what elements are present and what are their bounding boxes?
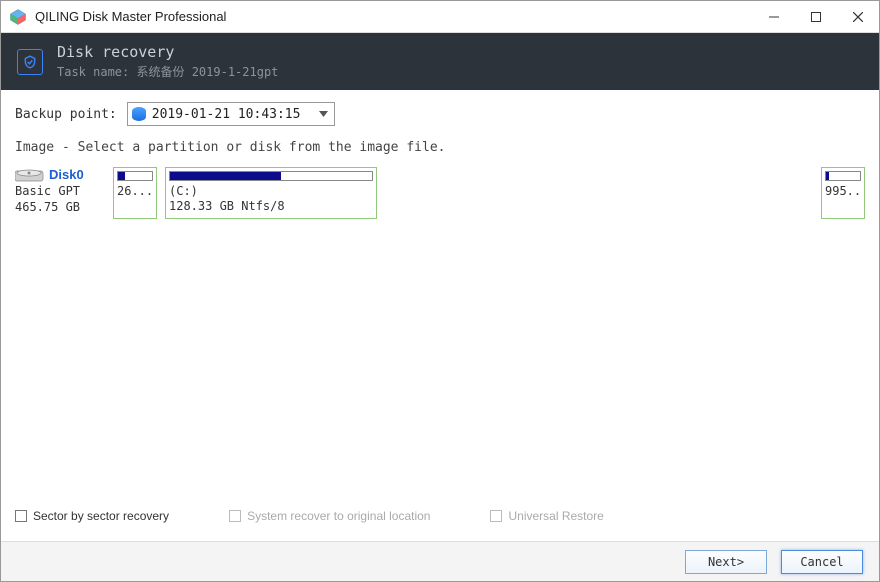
minimize-button[interactable] (753, 3, 795, 31)
partition-3[interactable]: 995... (821, 167, 865, 219)
partition-label: 26... (117, 184, 153, 199)
universal-restore-checkbox: Universal Restore (490, 509, 603, 523)
partition-drive-letter: (C:) (169, 184, 373, 199)
partition-usage-bar (169, 171, 373, 181)
checkbox-icon (229, 510, 241, 522)
footer: Next> Cancel (1, 541, 879, 581)
disk-name: Disk0 (49, 167, 84, 182)
content-area: Backup point: 2019-01-21 10:43:15 Image … (1, 90, 879, 541)
instruction-text: Image - Select a partition or disk from … (15, 140, 865, 155)
page-subtitle: Task name: 系统备份 2019-1-21gpt (57, 63, 278, 80)
recovery-icon (17, 49, 43, 75)
partition-1[interactable]: 26... (113, 167, 157, 219)
partition-label: 128.33 GB Ntfs/8 (169, 199, 373, 214)
partition-2[interactable]: (C:) 128.33 GB Ntfs/8 (165, 167, 377, 219)
next-button[interactable]: Next> (685, 550, 767, 574)
partition-usage-bar (825, 171, 861, 181)
options-row: Sector by sector recovery System recover… (15, 501, 865, 533)
backup-point-dropdown[interactable]: 2019-01-21 10:43:15 (127, 102, 335, 126)
disk-type: Basic GPT (15, 184, 105, 198)
backup-point-value: 2019-01-21 10:43:15 (152, 107, 314, 122)
hard-drive-icon (15, 168, 45, 182)
partition-usage-bar (117, 171, 153, 181)
disk-size: 465.75 GB (15, 200, 105, 214)
cancel-button[interactable]: Cancel (781, 550, 863, 574)
checkbox-label: Sector by sector recovery (33, 509, 169, 523)
page-header: Disk recovery Task name: 系统备份 2019-1-21g… (1, 33, 879, 90)
disk-icon (132, 107, 146, 121)
checkbox-label: System recover to original location (247, 509, 430, 523)
close-button[interactable] (837, 3, 879, 31)
titlebar: QILING Disk Master Professional (1, 1, 879, 33)
system-recover-checkbox: System recover to original location (229, 509, 430, 523)
window-title: QILING Disk Master Professional (35, 9, 753, 24)
partition-label: 995... (825, 184, 861, 199)
chevron-down-icon (314, 103, 332, 125)
app-logo-icon (9, 8, 27, 26)
page-title: Disk recovery (57, 43, 278, 61)
maximize-button[interactable] (795, 3, 837, 31)
checkbox-icon (15, 510, 27, 522)
backup-point-label: Backup point: (15, 107, 117, 122)
checkbox-icon (490, 510, 502, 522)
sector-by-sector-checkbox[interactable]: Sector by sector recovery (15, 509, 169, 523)
disk-row: Disk0 Basic GPT 465.75 GB 26... (C:) 128… (15, 167, 865, 223)
checkbox-label: Universal Restore (508, 509, 603, 523)
disk-info[interactable]: Disk0 Basic GPT 465.75 GB (15, 167, 105, 214)
backup-point-row: Backup point: 2019-01-21 10:43:15 (15, 102, 865, 126)
